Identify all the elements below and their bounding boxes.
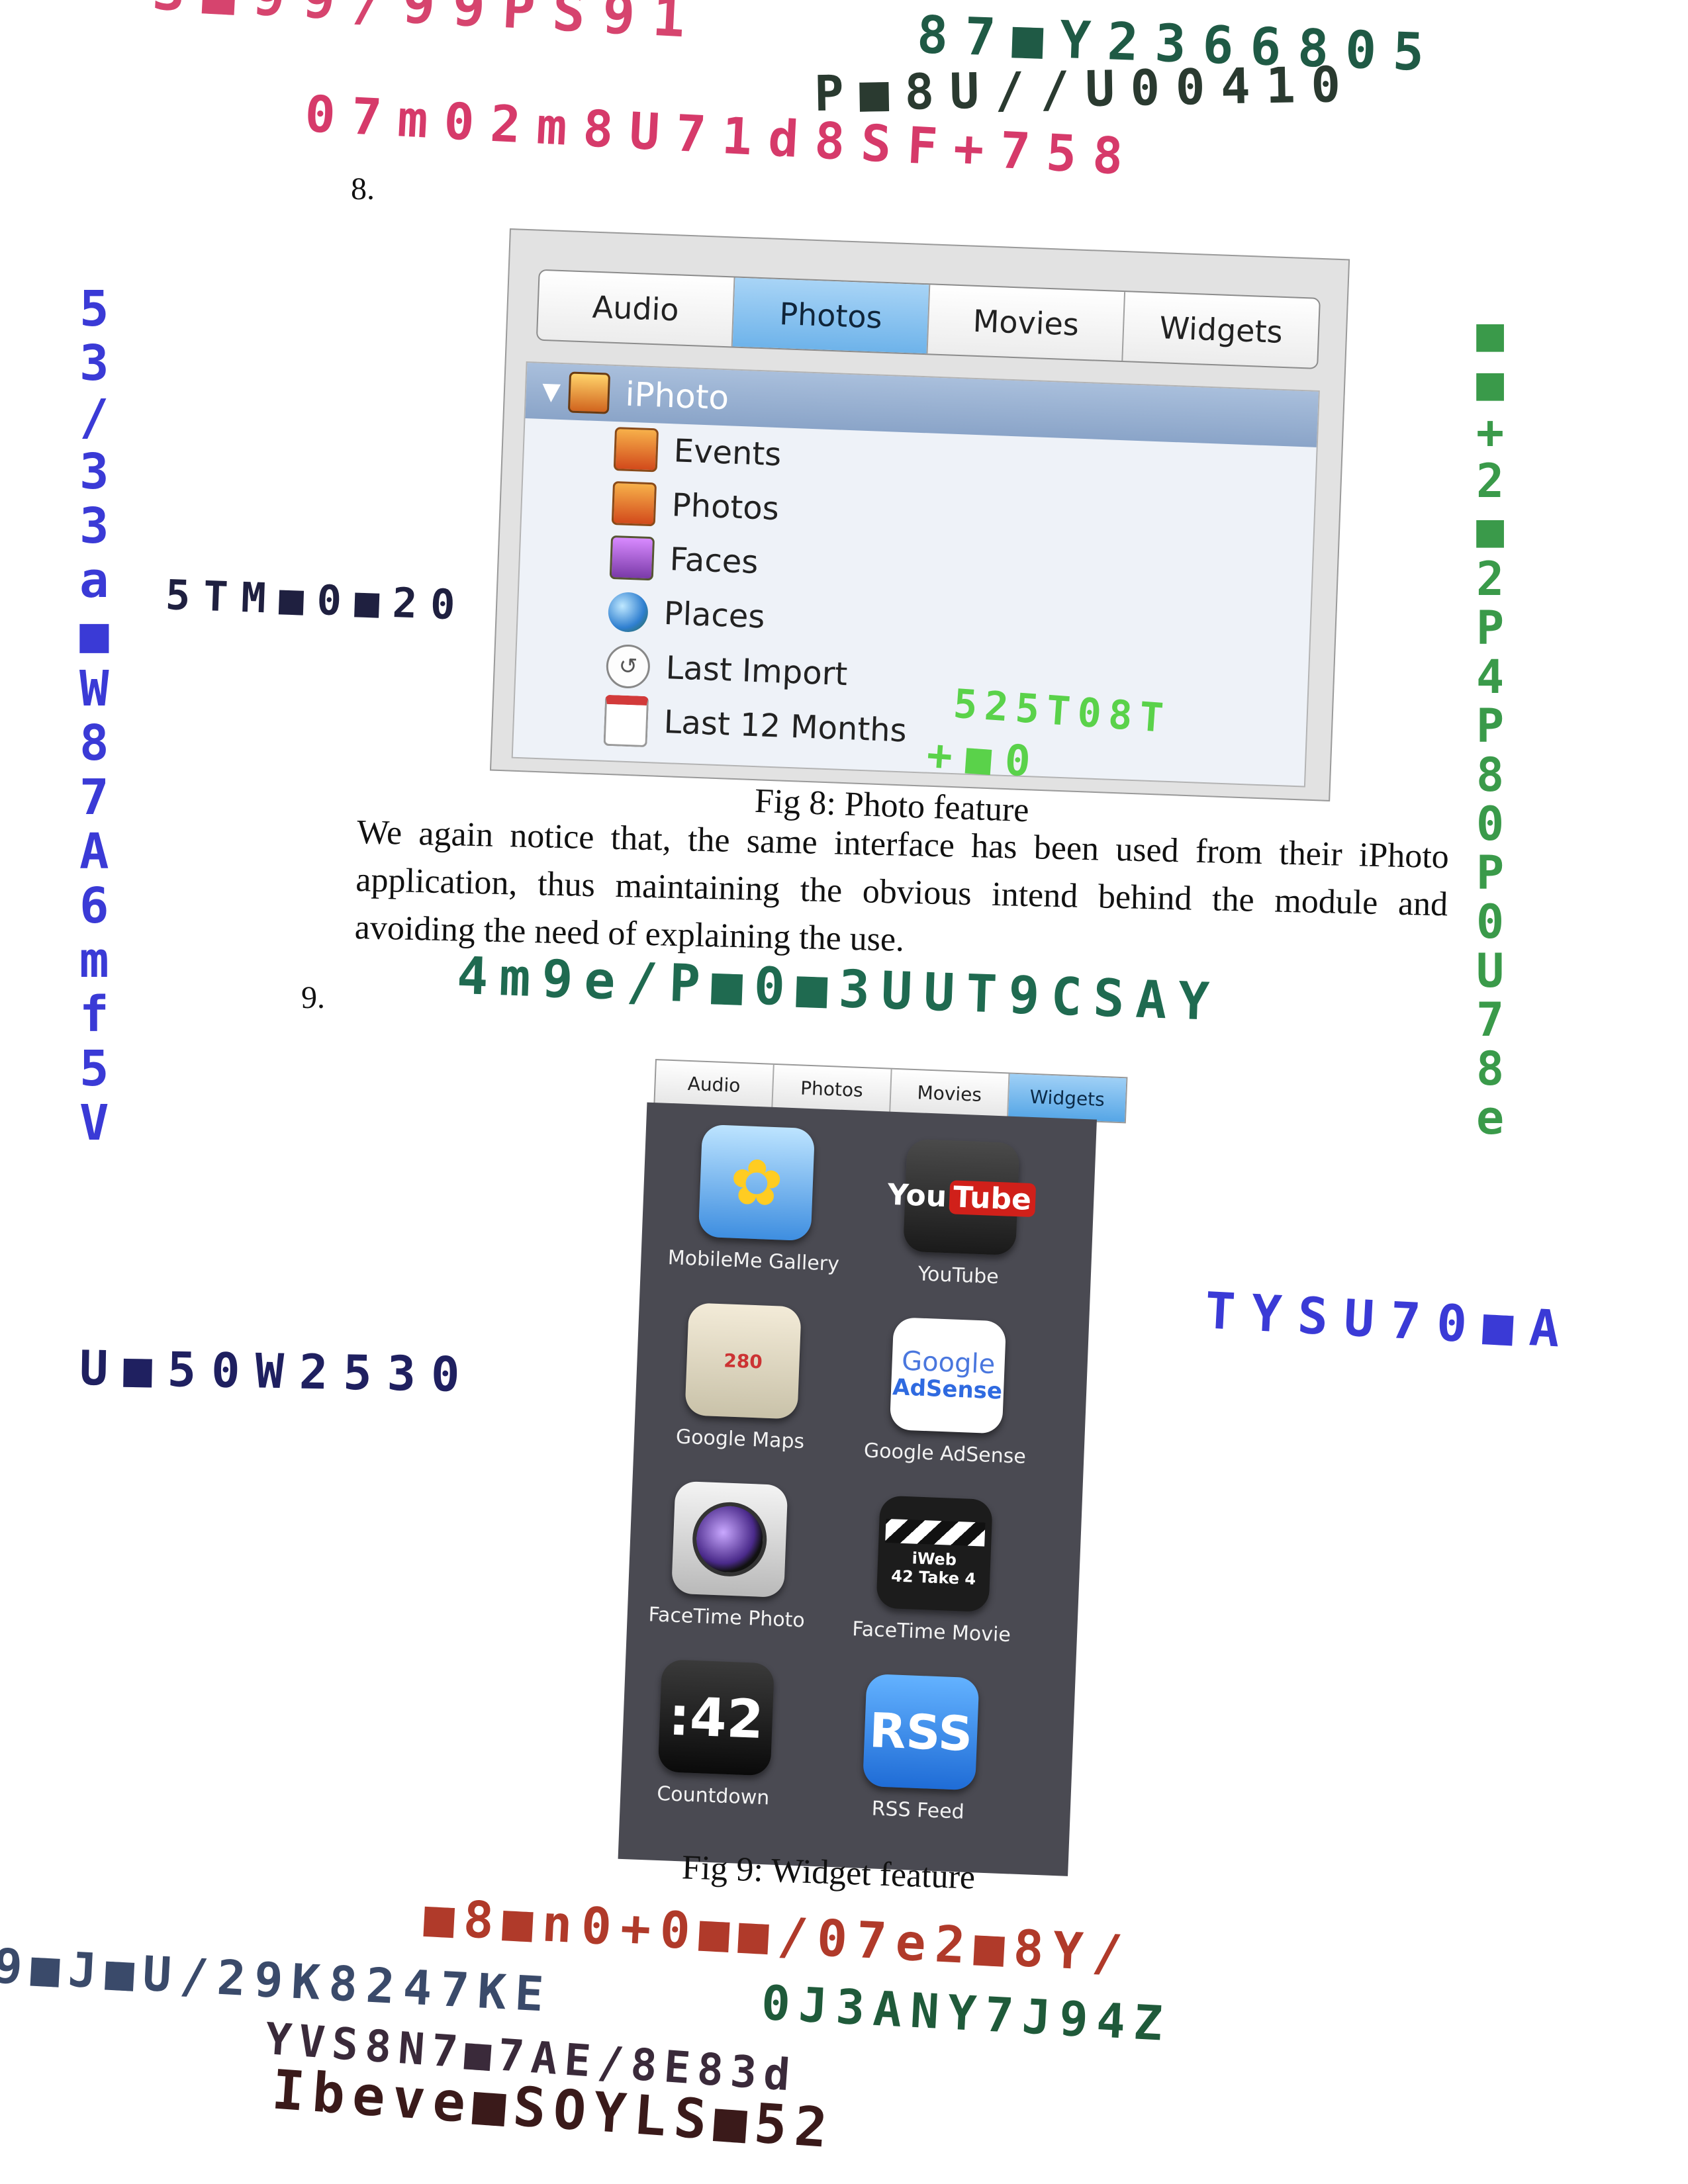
source-item-label: Events	[673, 432, 782, 474]
source-item-label: Photos	[671, 486, 780, 528]
faces-icon	[609, 535, 655, 581]
app-google-adsense[interactable]: Google AdSense Google AdSense	[845, 1316, 1049, 1469]
rss-icon: RSS	[863, 1673, 980, 1791]
scribble-left-column: 53 /3 3a ■ W 87 A6 mf 5V	[79, 281, 109, 1152]
source-item-label: Last Import	[665, 649, 849, 694]
app-label: Countdown	[656, 1782, 770, 1810]
tab-photos[interactable]: Photos	[732, 277, 931, 354]
scribble-top-1: 3■99/99PS91	[151, 0, 704, 51]
app-youtube[interactable]: You Tube YouTube	[859, 1137, 1062, 1291]
app-label: Google Maps	[675, 1425, 805, 1454]
photos-icon	[611, 480, 657, 527]
scribble-bottom-2: 9■J■U/29K8247KE	[0, 1937, 554, 2023]
scribble-green-2: +■0	[925, 730, 1046, 788]
source-item-label: Last 12 Months	[663, 704, 908, 750]
scribble-right-blue: TYSU70■A	[1203, 1281, 1577, 1359]
clock-icon: ↺	[605, 643, 651, 690]
app-countdown[interactable]: :42 Countdown	[614, 1658, 818, 1811]
tab-movies[interactable]: Movies	[890, 1069, 1010, 1118]
source-item-label: Places	[663, 594, 766, 636]
figure-8-number: 8.	[351, 171, 375, 206]
sunflower-icon: ✿	[698, 1124, 816, 1242]
app-label: RSS Feed	[871, 1797, 965, 1824]
app-label: YouTube	[917, 1262, 1000, 1289]
app-label: Google AdSense	[863, 1439, 1027, 1469]
scribble-top-3: P■8U//U00410	[814, 56, 1357, 123]
source-item-label: Faces	[669, 541, 759, 582]
events-icon	[613, 427, 659, 473]
adsense-icon: Google AdSense	[889, 1317, 1007, 1434]
figure-8-screenshot: Audio Photos Movies Widgets ▼ iPhoto Eve…	[489, 228, 1350, 801]
app-rss-feed[interactable]: RSS RSS Feed	[818, 1672, 1022, 1825]
app-mobileme-gallery[interactable]: ✿ MobileMe Gallery	[654, 1122, 858, 1276]
app-label: MobileMe Gallery	[667, 1246, 840, 1276]
app-label: FaceTime Photo	[647, 1603, 806, 1633]
figure-9-screenshot: Audio Photos Movies Widgets ✿ MobileMe G…	[618, 1059, 1128, 1877]
clapperboard-icon: iWeb 42 Take 4	[876, 1495, 993, 1612]
camera-icon	[671, 1480, 788, 1598]
youtube-icon: You Tube	[887, 1138, 1036, 1256]
figure-9-number: 9.	[301, 980, 325, 1015]
globe-icon	[607, 591, 649, 633]
scribble-left-row: 5TM■0■20	[164, 570, 469, 629]
tab-widgets[interactable]: Widgets	[1123, 292, 1319, 368]
disclosure-triangle-icon[interactable]: ▼	[541, 377, 561, 405]
media-tab-bar: Audio Photos Movies Widgets	[536, 269, 1321, 369]
scribble-bottom-3: 0J3ANY7J94Z	[760, 1974, 1173, 2052]
calendar-icon	[603, 694, 649, 747]
tab-photos[interactable]: Photos	[773, 1064, 892, 1113]
app-facetime-photo[interactable]: FaceTime Photo	[627, 1479, 831, 1633]
scribble-left-dark: U■50W2530	[79, 1340, 476, 1403]
app-label: FaceTime Movie	[851, 1617, 1011, 1647]
maps-icon: 280	[684, 1302, 802, 1420]
tab-audio[interactable]: Audio	[537, 270, 735, 347]
tab-movies[interactable]: Movies	[927, 285, 1126, 361]
tab-widgets[interactable]: Widgets	[1008, 1073, 1127, 1122]
tab-audio[interactable]: Audio	[655, 1060, 774, 1109]
scribble-right-column: ■ ■ +2 ■ 2 P4 P8 0P 0U 78 e	[1476, 307, 1505, 1145]
photo-source-list: ▼ iPhoto Events Photos Faces Places ↺ La…	[511, 361, 1320, 788]
group-label: iPhoto	[624, 375, 730, 418]
app-facetime-movie[interactable]: iWeb 42 Take 4 FaceTime Movie	[831, 1494, 1035, 1647]
countdown-icon: :42	[657, 1659, 775, 1776]
iphoto-icon	[567, 371, 610, 414]
widget-panel: ✿ MobileMe Gallery You Tube YouTube 280 G…	[618, 1102, 1097, 1876]
app-google-maps[interactable]: 280 Google Maps	[640, 1301, 844, 1455]
